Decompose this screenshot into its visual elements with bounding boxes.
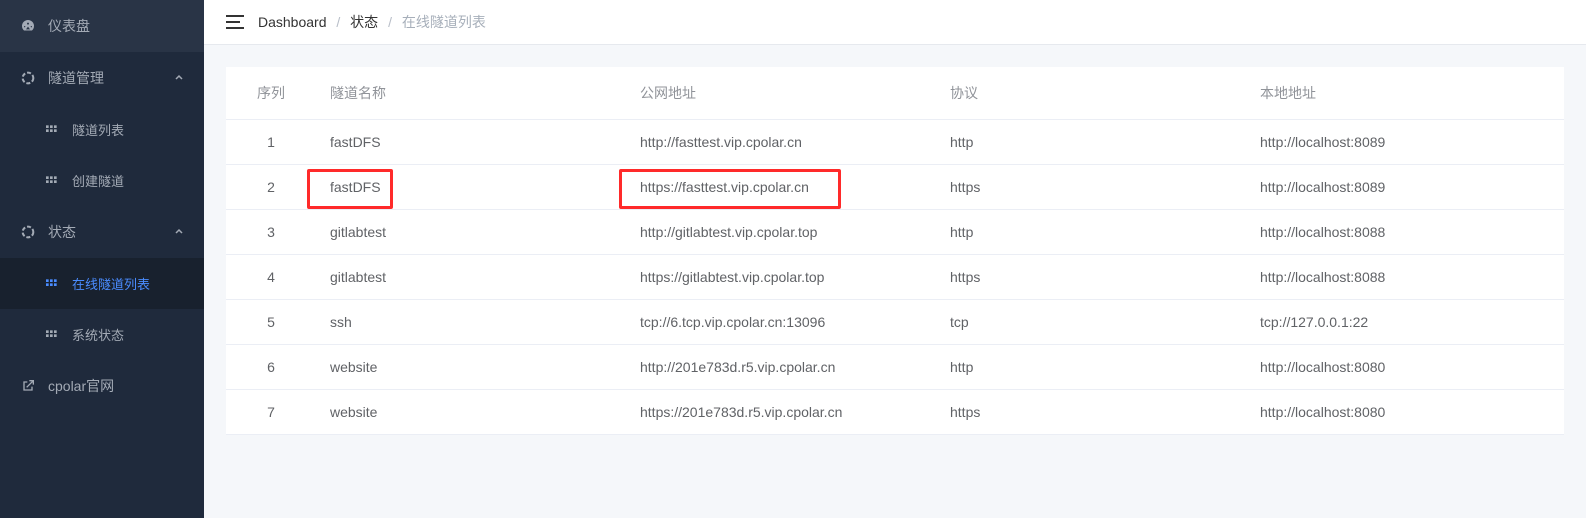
circle-icon: [20, 70, 36, 86]
circle-icon: [20, 224, 36, 240]
table-row[interactable]: 4gitlabtesthttps://gitlabtest.vip.cpolar…: [226, 255, 1564, 300]
chevron-up-icon: [174, 73, 184, 83]
nav-label: 系统状态: [72, 325, 124, 344]
sidebar: 仪表盘 隧道管理 隧道列表 创建隧道 状态 在线隧道列表 系统状态 cpolar…: [0, 0, 204, 518]
cell-public: https://gitlabtest.vip.cpolar.top: [626, 255, 936, 300]
cell-local: http://localhost:8089: [1246, 120, 1564, 165]
grid-icon: [44, 327, 60, 343]
grid-icon: [44, 122, 60, 138]
cell-public: http://gitlabtest.vip.cpolar.top: [626, 210, 936, 255]
nav-item-online-tunnels[interactable]: 在线隧道列表: [0, 258, 204, 309]
cell-name: website: [316, 345, 626, 390]
breadcrumb-mid[interactable]: 状态: [350, 14, 378, 30]
cell-protocol: https: [936, 165, 1246, 210]
cell-local: tcp://127.0.0.1:22: [1246, 300, 1564, 345]
cell-index: 6: [226, 345, 316, 390]
cell-name: website: [316, 390, 626, 435]
th-public[interactable]: 公网地址: [626, 67, 936, 120]
cell-local: http://localhost:8089: [1246, 165, 1564, 210]
table-row[interactable]: 6websitehttp://201e783d.r5.vip.cpolar.cn…: [226, 345, 1564, 390]
gauge-icon: [20, 18, 36, 34]
cell-index: 5: [226, 300, 316, 345]
nav-item-tunnel-manage[interactable]: 隧道管理: [0, 52, 204, 104]
nav-label: 隧道列表: [72, 120, 124, 139]
nav-label: 仪表盘: [48, 16, 90, 36]
table-row[interactable]: 2fastDFShttps://fasttest.vip.cpolar.cnht…: [226, 165, 1564, 210]
hamburger-icon[interactable]: [226, 15, 244, 29]
cell-index: 7: [226, 390, 316, 435]
nav-label: 在线隧道列表: [72, 274, 150, 293]
cell-protocol: tcp: [936, 300, 1246, 345]
main-region: Dashboard / 状态 / 在线隧道列表 序列 隧道名称 公网地址 协议 …: [204, 0, 1586, 518]
nav-label: 创建隧道: [72, 171, 124, 190]
cell-public: http://201e783d.r5.vip.cpolar.cn: [626, 345, 936, 390]
nav-item-status[interactable]: 状态: [0, 206, 204, 258]
breadcrumb-root[interactable]: Dashboard: [258, 14, 327, 30]
nav-item-tunnel-list[interactable]: 隧道列表: [0, 104, 204, 155]
cell-protocol: https: [936, 255, 1246, 300]
cell-index: 1: [226, 120, 316, 165]
cell-index: 4: [226, 255, 316, 300]
cell-protocol: http: [936, 210, 1246, 255]
table-row[interactable]: 3gitlabtesthttp://gitlabtest.vip.cpolar.…: [226, 210, 1564, 255]
cell-public: tcp://6.tcp.vip.cpolar.cn:13096: [626, 300, 936, 345]
th-name[interactable]: 隧道名称: [316, 67, 626, 120]
cell-public: https://201e783d.r5.vip.cpolar.cn: [626, 390, 936, 435]
chevron-up-icon: [174, 227, 184, 237]
nav-item-system-status[interactable]: 系统状态: [0, 309, 204, 360]
cell-name: gitlabtest: [316, 255, 626, 300]
cell-protocol: https: [936, 390, 1246, 435]
nav-item-create-tunnel[interactable]: 创建隧道: [0, 155, 204, 206]
nav-label: cpolar官网: [48, 376, 114, 396]
cell-name: fastDFS: [316, 165, 626, 210]
cell-index: 2: [226, 165, 316, 210]
cell-public: https://fasttest.vip.cpolar.cn: [626, 165, 936, 210]
cell-local: http://localhost:8088: [1246, 210, 1564, 255]
cell-protocol: http: [936, 345, 1246, 390]
th-index[interactable]: 序列: [226, 67, 316, 120]
nav-item-cpolar-site[interactable]: cpolar官网: [0, 360, 204, 412]
cell-name: fastDFS: [316, 120, 626, 165]
nav-label: 状态: [48, 222, 76, 242]
table-row[interactable]: 1fastDFShttp://fasttest.vip.cpolar.cnhtt…: [226, 120, 1564, 165]
table-row[interactable]: 5sshtcp://6.tcp.vip.cpolar.cn:13096tcptc…: [226, 300, 1564, 345]
cell-name: gitlabtest: [316, 210, 626, 255]
tunnel-table: 序列 隧道名称 公网地址 协议 本地地址 1fastDFShttp://fast…: [226, 67, 1564, 435]
cell-name: ssh: [316, 300, 626, 345]
table-row[interactable]: 7websitehttps://201e783d.r5.vip.cpolar.c…: [226, 390, 1564, 435]
external-icon: [20, 378, 36, 394]
nav-item-dashboard[interactable]: 仪表盘: [0, 0, 204, 52]
content-region: 序列 隧道名称 公网地址 协议 本地地址 1fastDFShttp://fast…: [204, 45, 1586, 518]
grid-icon: [44, 173, 60, 189]
th-protocol[interactable]: 协议: [936, 67, 1246, 120]
nav-label: 隧道管理: [48, 68, 104, 88]
cell-protocol: http: [936, 120, 1246, 165]
breadcrumb-sep: /: [388, 14, 392, 30]
breadcrumb: Dashboard / 状态 / 在线隧道列表: [258, 12, 486, 32]
topbar: Dashboard / 状态 / 在线隧道列表: [204, 0, 1586, 45]
grid-icon: [44, 276, 60, 292]
cell-local: http://localhost:8080: [1246, 345, 1564, 390]
cell-local: http://localhost:8088: [1246, 255, 1564, 300]
breadcrumb-current: 在线隧道列表: [402, 14, 486, 30]
cell-public: http://fasttest.vip.cpolar.cn: [626, 120, 936, 165]
cell-local: http://localhost:8080: [1246, 390, 1564, 435]
breadcrumb-sep: /: [336, 14, 340, 30]
th-local[interactable]: 本地地址: [1246, 67, 1564, 120]
cell-index: 3: [226, 210, 316, 255]
